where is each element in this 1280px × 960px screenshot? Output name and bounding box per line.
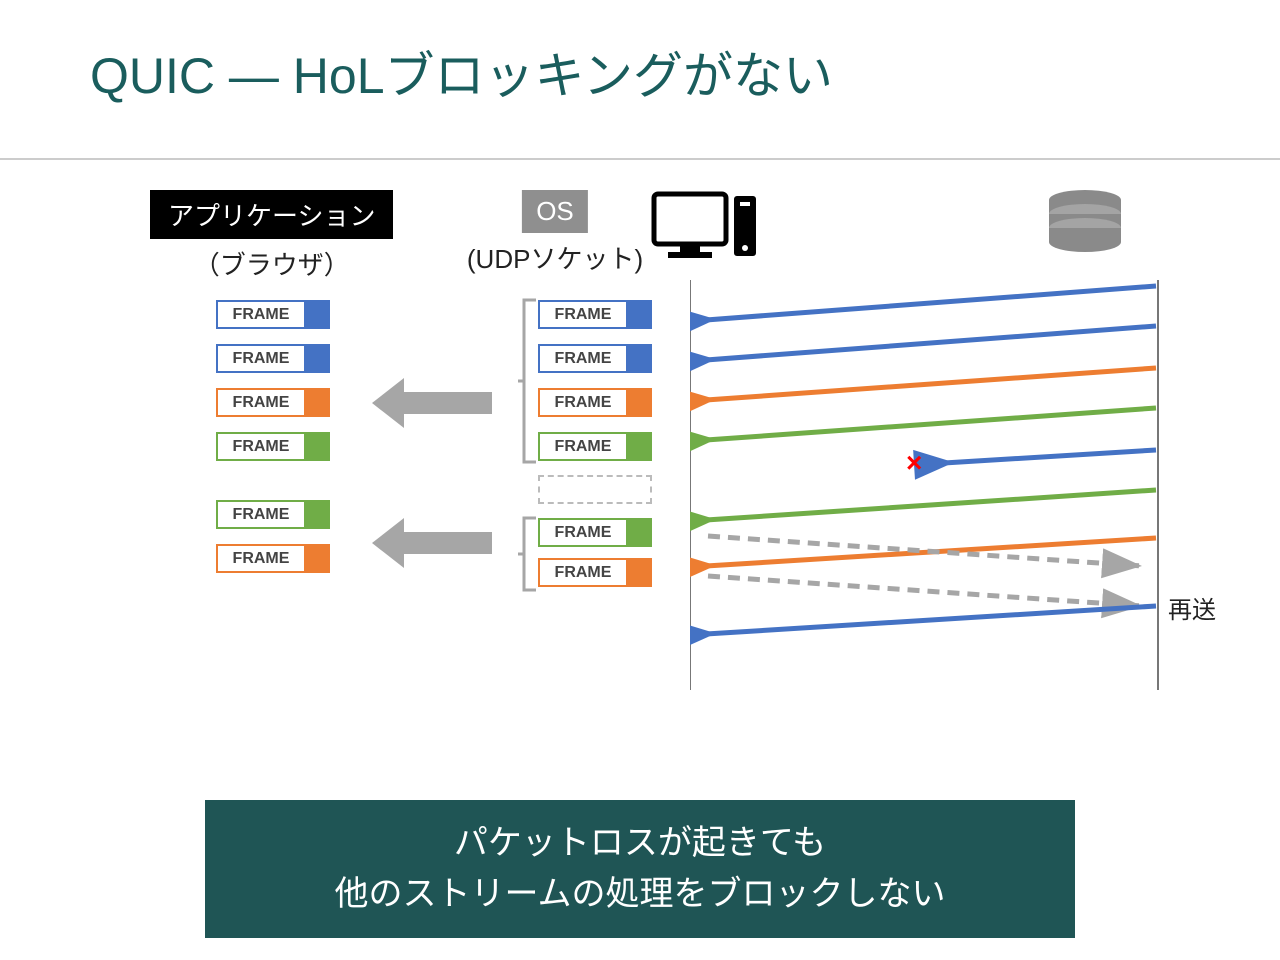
application-column-header: アプリケーション （ブラウザ）	[150, 190, 393, 282]
os-frame: FRAME	[538, 300, 652, 329]
arrow-left-icon	[372, 378, 492, 428]
app-frame: FRAME	[216, 344, 330, 373]
retransmit-label: 再送	[1168, 590, 1216, 625]
os-frame: FRAME	[538, 388, 652, 417]
app-frame: FRAME	[216, 300, 330, 329]
separator	[0, 158, 1280, 160]
os-frame: FRAME	[538, 432, 652, 461]
caption-line: パケットロスが起きても	[205, 818, 1075, 869]
packet-loss-icon: ×	[906, 447, 922, 478]
slide-title: QUIC — HoLブロッキングがない	[90, 36, 833, 108]
packet-flow-diagram: ×	[690, 280, 1170, 700]
computer-icon	[650, 190, 760, 265]
os-sublabel: (UDPソケット)	[467, 239, 643, 276]
arrow-left-icon	[372, 518, 492, 568]
app-frame: FRAME	[216, 388, 330, 417]
app-frame: FRAME	[216, 544, 330, 573]
application-label: アプリケーション	[150, 190, 393, 239]
caption-box: パケットロスが起きても 他のストリームの処理をブロックしない	[205, 800, 1075, 938]
os-frame: FRAME	[538, 518, 652, 547]
database-icon	[1045, 190, 1125, 265]
lost-frame-placeholder	[538, 475, 652, 504]
os-frame: FRAME	[538, 558, 652, 587]
os-frame: FRAME	[538, 344, 652, 373]
bracket-top	[518, 298, 538, 464]
app-frame: FRAME	[216, 500, 330, 529]
app-frame: FRAME	[216, 432, 330, 461]
application-sublabel: （ブラウザ）	[150, 245, 393, 282]
os-label: OS	[522, 190, 588, 233]
caption-line: 他のストリームの処理をブロックしない	[205, 869, 1075, 920]
os-column-header: OS (UDPソケット)	[467, 190, 643, 276]
bracket-bottom	[518, 516, 538, 592]
